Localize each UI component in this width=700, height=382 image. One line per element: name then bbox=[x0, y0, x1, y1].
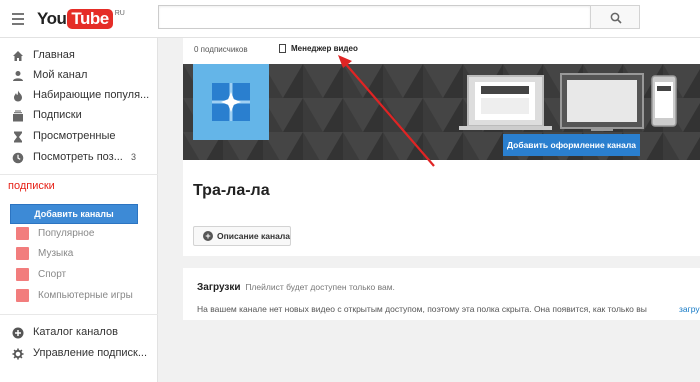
subscription-label: Популярное bbox=[38, 228, 95, 239]
channel-info-bar: 0 подписчиков Менеджер видео bbox=[183, 38, 700, 64]
search-input[interactable] bbox=[158, 5, 590, 29]
home-icon bbox=[12, 50, 24, 62]
sidebar-item-label: Каталог каналов bbox=[33, 326, 118, 338]
sidebar-item-history[interactable]: Просмотренные bbox=[0, 127, 158, 147]
clock-icon bbox=[12, 152, 24, 164]
sidebar-item-home[interactable]: Главная bbox=[0, 46, 158, 66]
subscription-label: Компьютерные игры bbox=[38, 290, 133, 301]
sidebar-item-label: Набирающие популя... bbox=[33, 89, 150, 101]
sidebar-divider bbox=[0, 174, 158, 175]
channel-avatar[interactable] bbox=[193, 64, 269, 140]
hamburger-menu-icon[interactable] bbox=[12, 13, 26, 25]
uploads-note: Плейлист будет доступен только вам. bbox=[245, 282, 395, 292]
sidebar-item-label: Просмотренные bbox=[33, 130, 116, 142]
add-channel-art-button[interactable]: Добавить оформление канала bbox=[503, 134, 640, 156]
sidebar-item-label: Подписки bbox=[33, 109, 82, 121]
subscriber-count: 0 подписчиков bbox=[194, 45, 248, 54]
channel-banner: Добавить оформление канала bbox=[183, 64, 700, 160]
video-manager-link[interactable]: Менеджер видео bbox=[279, 44, 358, 53]
uploads-empty-message: На вашем канале нет новых видео с открыт… bbox=[197, 304, 647, 314]
plus-icon: + bbox=[203, 231, 213, 241]
subscription-item-sport[interactable]: Спорт bbox=[0, 265, 158, 285]
sidebar-item-label: Управление подписк... bbox=[33, 347, 148, 359]
add-channels-button[interactable]: Добавить каналы bbox=[10, 204, 138, 224]
uploads-link[interactable]: загру bbox=[679, 304, 700, 314]
subscriptions-section-title: подписки bbox=[8, 180, 55, 192]
flame-icon bbox=[12, 90, 24, 102]
subscriptions-icon bbox=[12, 110, 24, 122]
tv-illustration bbox=[560, 73, 644, 131]
uploads-shelf: Загрузки Плейлист будет доступен только … bbox=[183, 268, 700, 320]
masthead: You Tube RU bbox=[0, 0, 700, 38]
description-button-label: Описание канала bbox=[217, 231, 290, 241]
logo-region: RU bbox=[114, 10, 125, 17]
sidebar-item-trending[interactable]: Набирающие популя... bbox=[0, 86, 158, 106]
channel-title: Тра-ла-ла bbox=[193, 182, 270, 199]
channel-avatar-icon bbox=[212, 83, 250, 121]
popular-icon bbox=[16, 227, 29, 240]
subscription-item-music[interactable]: Музыка bbox=[0, 244, 158, 264]
subscription-label: Спорт bbox=[38, 269, 67, 280]
logo-tube-text: Tube bbox=[67, 9, 113, 29]
search-icon bbox=[610, 12, 622, 24]
uploads-title-text: Загрузки bbox=[197, 282, 241, 293]
channel-description-button[interactable]: + Описание канала bbox=[193, 226, 291, 246]
watch-later-count: 3 bbox=[130, 152, 136, 162]
person-icon bbox=[12, 70, 24, 82]
subscription-item-games[interactable]: Компьютерные игры bbox=[0, 286, 158, 306]
search-button[interactable] bbox=[590, 5, 640, 29]
sidebar-item-label: Мой канал bbox=[33, 69, 88, 81]
laptop-illustration bbox=[459, 75, 552, 130]
guide-sidebar: Главная Мой канал Набирающие популя... П… bbox=[0, 38, 158, 382]
sidebar-divider bbox=[0, 314, 158, 315]
sidebar-item-channel-catalog[interactable]: Каталог каналов bbox=[0, 323, 158, 343]
video-manager-icon bbox=[279, 44, 286, 53]
games-icon bbox=[16, 289, 29, 302]
hourglass-icon bbox=[12, 131, 24, 143]
phone-illustration bbox=[651, 75, 677, 127]
sidebar-item-subscriptions[interactable]: Подписки bbox=[0, 106, 158, 126]
youtube-logo[interactable]: You Tube RU bbox=[37, 9, 125, 31]
channel-header-card: Тра-ла-ла + Описание канала bbox=[183, 160, 700, 256]
subscription-item-popular[interactable]: Популярное bbox=[0, 224, 158, 244]
video-manager-label: Менеджер видео bbox=[291, 44, 358, 53]
sidebar-item-manage-subscriptions[interactable]: Управление подписк... bbox=[0, 344, 158, 364]
gear-icon bbox=[12, 348, 24, 360]
subscription-label: Музыка bbox=[38, 248, 74, 259]
sidebar-item-label: Посмотреть поз... bbox=[33, 151, 123, 163]
uploads-title: Загрузки Плейлист будет доступен только … bbox=[197, 282, 395, 293]
sidebar-item-label: Главная bbox=[33, 49, 75, 61]
sidebar-item-watch-later[interactable]: Посмотреть поз... 3 bbox=[0, 148, 158, 168]
plus-circle-icon bbox=[12, 327, 24, 339]
sidebar-item-my-channel[interactable]: Мой канал bbox=[0, 66, 158, 86]
music-icon bbox=[16, 247, 29, 260]
logo-you-text: You bbox=[37, 9, 67, 28]
sport-icon bbox=[16, 268, 29, 281]
